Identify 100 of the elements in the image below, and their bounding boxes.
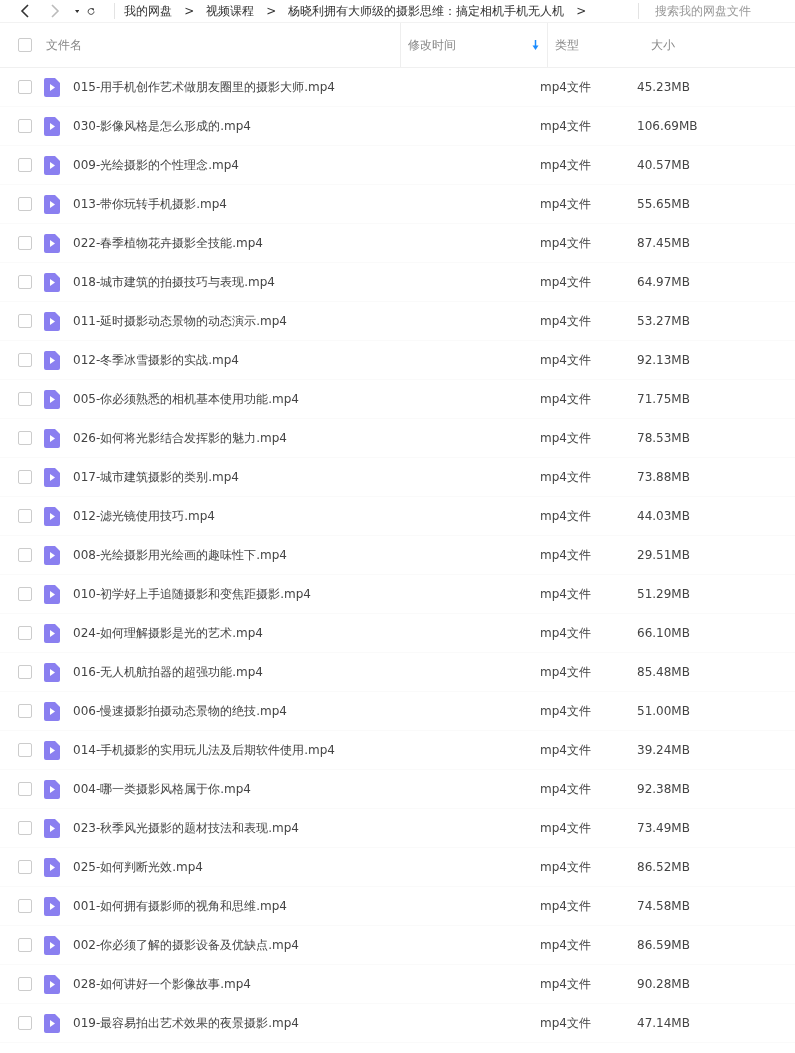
file-type: mp4文件	[540, 507, 592, 525]
file-name[interactable]: 012-滤光镜使用技巧.mp4	[73, 507, 540, 525]
file-name[interactable]: 010-初学好上手追随摄影和变焦距摄影.mp4	[73, 585, 540, 603]
file-size: 71.75MB	[637, 392, 690, 406]
row-checkbox[interactable]	[18, 392, 32, 406]
file-type: mp4文件	[540, 936, 592, 954]
file-size: 29.51MB	[637, 548, 690, 562]
row-checkbox[interactable]	[18, 314, 32, 328]
file-size: 87.45MB	[637, 236, 690, 250]
breadcrumb-link[interactable]: 杨晓利拥有大师级的摄影思维：搞定相机手机无人机	[288, 2, 565, 20]
column-header[interactable]: 修改时间	[408, 36, 456, 54]
file-name[interactable]: 024-如何理解摄影是光的艺术.mp4	[73, 624, 540, 642]
row-checkbox[interactable]	[18, 626, 32, 640]
file-type: mp4文件	[540, 273, 592, 291]
column-header[interactable]: 类型	[555, 36, 579, 54]
file-name[interactable]: 016-无人机航拍器的超强功能.mp4	[73, 663, 540, 681]
row-checkbox[interactable]	[18, 470, 32, 484]
file-type: mp4文件	[540, 975, 592, 993]
row-checkbox[interactable]	[18, 1016, 32, 1030]
row-checkbox[interactable]	[18, 275, 32, 289]
video-file-icon	[44, 935, 60, 955]
video-file-icon	[44, 155, 60, 175]
row-checkbox[interactable]	[18, 197, 32, 211]
video-file-icon	[44, 779, 60, 799]
file-name[interactable]: 011-延时摄影动态景物的动态演示.mp4	[73, 312, 540, 330]
file-name[interactable]: 005-你必须熟悉的相机基本使用功能.mp4	[73, 390, 540, 408]
file-name[interactable]: 023-秋季风光摄影的题材技法和表现.mp4	[73, 819, 540, 837]
file-type: mp4文件	[540, 1014, 592, 1032]
dropdown-icon[interactable]	[75, 8, 80, 14]
sort-arrow-icon[interactable]	[532, 40, 539, 50]
back-button[interactable]	[20, 4, 30, 18]
row-checkbox[interactable]	[18, 860, 32, 874]
file-size: 47.14MB	[637, 1016, 690, 1030]
file-name[interactable]: 015-用手机创作艺术做朋友圈里的摄影大师.mp4	[73, 78, 540, 96]
file-size: 74.58MB	[637, 899, 690, 913]
row-checkbox[interactable]	[18, 353, 32, 367]
file-name[interactable]: 006-慢速摄影拍摄动态景物的绝技.mp4	[73, 702, 540, 720]
file-name[interactable]: 002-你必须了解的摄影设备及优缺点.mp4	[73, 936, 540, 954]
row-checkbox[interactable]	[18, 743, 32, 757]
file-type: mp4文件	[540, 858, 592, 876]
file-size: 92.13MB	[637, 353, 690, 367]
row-checkbox[interactable]	[18, 509, 32, 523]
row-checkbox[interactable]	[18, 899, 32, 913]
file-size: 40.57MB	[637, 158, 690, 172]
file-size: 51.29MB	[637, 587, 690, 601]
video-file-icon	[44, 701, 60, 721]
file-name[interactable]: 019-最容易拍出艺术效果的夜景摄影.mp4	[73, 1014, 540, 1032]
file-size: 78.53MB	[637, 431, 690, 445]
file-type: mp4文件	[540, 819, 592, 837]
file-name[interactable]: 028-如何讲好一个影像故事.mp4	[73, 975, 540, 993]
video-file-icon	[44, 974, 60, 994]
file-type: mp4文件	[540, 390, 592, 408]
file-size: 85.48MB	[637, 665, 690, 679]
file-type: mp4文件	[540, 585, 592, 603]
row-checkbox[interactable]	[18, 782, 32, 796]
file-name[interactable]: 008-光绘摄影用光绘画的趣味性下.mp4	[73, 546, 540, 564]
file-name[interactable]: 014-手机摄影的实用玩儿法及后期软件使用.mp4	[73, 741, 540, 759]
column-header[interactable]: 大小	[651, 36, 675, 54]
file-name[interactable]: 001-如何拥有摄影师的视角和思维.mp4	[73, 897, 540, 915]
file-type: mp4文件	[540, 234, 592, 252]
breadcrumb-link[interactable]: 视频课程	[206, 2, 255, 20]
file-size: 73.49MB	[637, 821, 690, 835]
video-file-icon	[44, 857, 60, 877]
row-checkbox[interactable]	[18, 158, 32, 172]
file-size: 53.27MB	[637, 314, 690, 328]
file-size: 39.24MB	[637, 743, 690, 757]
file-type: mp4文件	[540, 624, 592, 642]
row-checkbox[interactable]	[18, 236, 32, 250]
file-name[interactable]: 009-光绘摄影的个性理念.mp4	[73, 156, 540, 174]
video-file-icon	[44, 506, 60, 526]
row-checkbox[interactable]	[18, 938, 32, 952]
file-type: mp4文件	[540, 156, 592, 174]
row-checkbox[interactable]	[18, 548, 32, 562]
file-name[interactable]: 022-春季植物花卉摄影全技能.mp4	[73, 234, 540, 252]
file-name[interactable]: 025-如何判断光效.mp4	[73, 858, 540, 876]
file-name[interactable]: 013-带你玩转手机摄影.mp4	[73, 195, 540, 213]
file-size: 64.97MB	[637, 275, 690, 289]
file-size: 66.10MB	[637, 626, 690, 640]
file-size: 86.59MB	[637, 938, 690, 952]
file-name[interactable]: 004-哪一类摄影风格属于你.mp4	[73, 780, 540, 798]
file-name[interactable]: 012-冬季冰雪摄影的实战.mp4	[73, 351, 540, 369]
row-checkbox[interactable]	[18, 665, 32, 679]
row-checkbox[interactable]	[18, 80, 32, 94]
file-name[interactable]: 017-城市建筑摄影的类别.mp4	[73, 468, 540, 486]
row-checkbox[interactable]	[18, 977, 32, 991]
row-checkbox[interactable]	[18, 119, 32, 133]
row-checkbox[interactable]	[18, 821, 32, 835]
file-type: mp4文件	[540, 663, 592, 681]
file-size: 106.69MB	[637, 119, 698, 133]
video-file-icon	[44, 740, 60, 760]
select-all-checkbox[interactable]	[18, 38, 32, 52]
row-checkbox[interactable]	[18, 704, 32, 718]
video-file-icon	[44, 233, 60, 253]
row-checkbox[interactable]	[18, 431, 32, 445]
file-name[interactable]: 026-如何将光影结合发挥影的魅力.mp4	[73, 429, 540, 447]
row-checkbox[interactable]	[18, 587, 32, 601]
column-header[interactable]: 文件名	[46, 36, 82, 54]
file-name[interactable]: 018-城市建筑的拍摄技巧与表现.mp4	[73, 273, 540, 291]
breadcrumb-link[interactable]: 我的网盘	[124, 2, 173, 20]
file-name[interactable]: 030-影像风格是怎么形成的.mp4	[73, 117, 540, 135]
